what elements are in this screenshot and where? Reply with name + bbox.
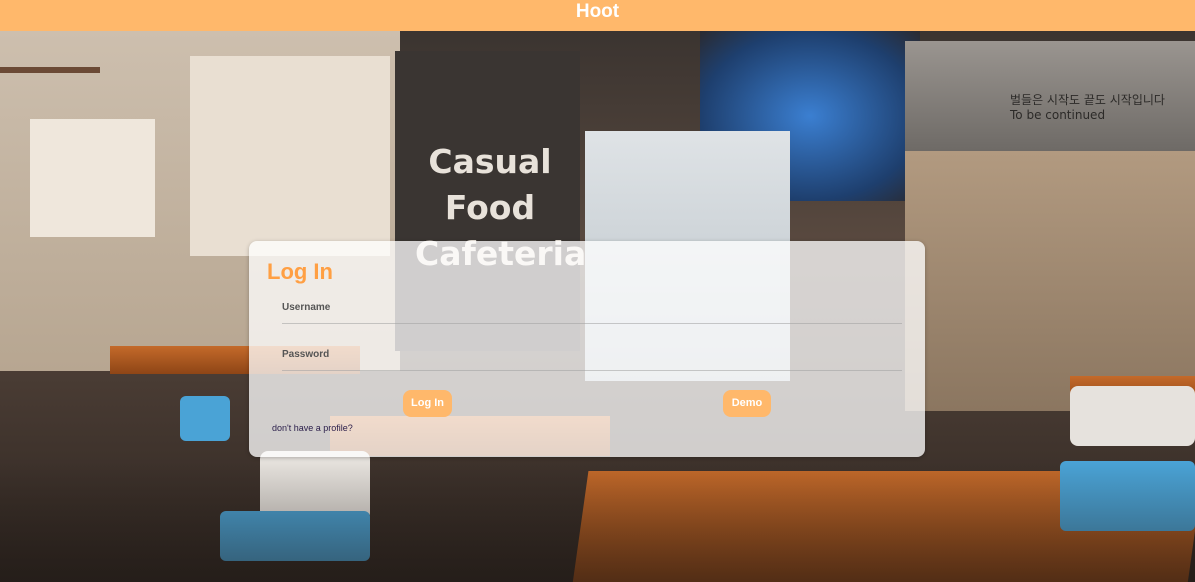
bg-sign-line: Food <box>444 188 536 227</box>
bg-chair <box>1070 386 1195 446</box>
demo-button[interactable]: Demo <box>723 390 771 417</box>
login-button[interactable]: Log In <box>403 390 452 417</box>
bg-wall <box>905 151 1195 411</box>
bg-hood-subline: To be continued <box>1010 108 1106 122</box>
bg-hood-text: 벌들은 시작도 끝도 시작입니다 To be continued <box>1010 91 1165 122</box>
page: Hoot Casual Food Cafeteria 벌들은 시작도 끝도 시작… <box>0 0 1195 582</box>
username-input[interactable] <box>369 301 893 321</box>
bg-chair <box>180 396 230 441</box>
app-header: Hoot <box>0 0 1195 31</box>
signup-link[interactable]: don't have a profile? <box>272 423 353 433</box>
login-card: Log In Username Password Log In Demo don… <box>249 241 925 457</box>
bg-hood-line: 벌들은 시작도 끝도 시작입니다 <box>1010 93 1165 107</box>
login-title: Log In <box>267 259 333 284</box>
password-underline <box>282 370 902 371</box>
password-label: Password <box>282 349 330 360</box>
username-label: Username <box>282 302 331 313</box>
bg-poster <box>190 56 390 256</box>
app-title: Hoot <box>575 1 620 22</box>
bg-sign-line: Casual <box>428 142 552 181</box>
bg-shelf <box>0 67 100 73</box>
bg-poster <box>30 119 155 237</box>
password-input[interactable] <box>369 348 893 368</box>
bg-floor <box>0 461 1195 582</box>
username-underline <box>282 323 902 324</box>
